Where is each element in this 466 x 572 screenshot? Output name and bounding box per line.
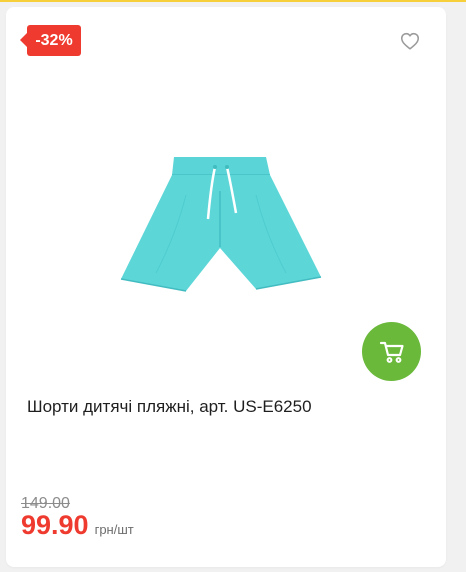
- product-card[interactable]: -32% Шорти дитячі пляжні, арт. US-E6250 …: [6, 7, 446, 567]
- price-unit: грн/шт: [94, 522, 134, 537]
- cart-icon: [379, 340, 405, 364]
- heart-outline-icon[interactable]: [399, 30, 421, 52]
- discount-badge: -32%: [20, 25, 81, 56]
- product-title-link[interactable]: Шорти дитячі пляжні, арт. US-E6250: [27, 397, 427, 417]
- add-to-cart-button[interactable]: [362, 322, 421, 381]
- price-row: 99.90 грн/шт: [21, 510, 134, 541]
- product-image[interactable]: [116, 155, 326, 300]
- current-price: 99.90: [21, 510, 89, 540]
- top-accent-bar: [0, 0, 466, 2]
